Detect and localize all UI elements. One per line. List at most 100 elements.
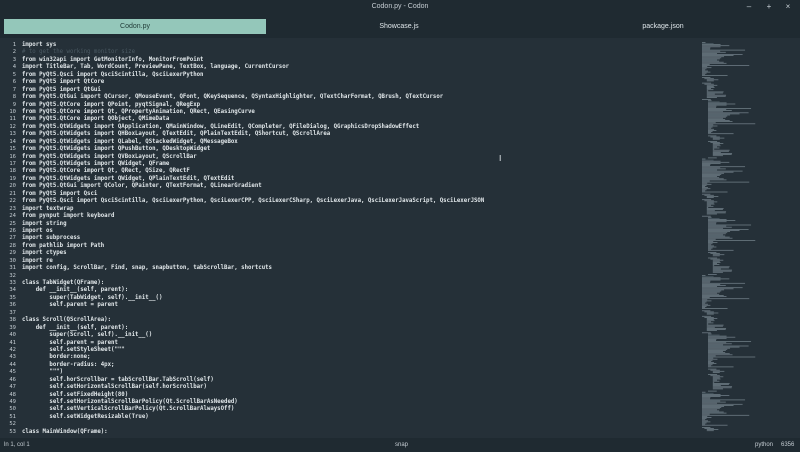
code-line: import string	[22, 220, 67, 227]
minimap-line	[702, 277, 721, 279]
code-line: self.parent = parent	[22, 302, 118, 309]
minimap-line	[702, 64, 710, 65]
line-number: 49	[9, 399, 16, 405]
minimap-line	[702, 315, 712, 317]
minimap-line	[702, 60, 720, 62]
minimap-line	[702, 69, 706, 71]
minimap-line	[708, 221, 727, 223]
code-line: border:none;	[22, 354, 91, 361]
minimap-line	[710, 142, 720, 143]
line-number: 12	[9, 123, 16, 130]
minimap-line	[702, 166, 746, 168]
minimap-line	[706, 325, 723, 327]
minimap-line	[708, 344, 724, 346]
language-indicator[interactable]: python	[755, 442, 773, 448]
minimap-line	[702, 167, 721, 169]
minimap-line	[706, 95, 726, 97]
code-line: self.parent = parent	[22, 339, 118, 346]
line-number: 50	[9, 406, 16, 413]
minimap-line	[706, 430, 714, 432]
code-area[interactable]: import sys # to get the working monitor s…	[22, 42, 702, 436]
minimap-line	[708, 354, 733, 356]
minimap-line	[702, 161, 730, 163]
minimap-line	[702, 169, 718, 171]
tab-package-json[interactable]: package.json	[532, 19, 794, 34]
minimap-line	[712, 265, 715, 267]
minimap-line	[708, 100, 712, 102]
minimap-line	[702, 396, 721, 397]
code-line: self.horScrollbar = tabScrollBar.TabScro…	[22, 376, 214, 383]
code-editor[interactable]: 1 2 3 4 5 6 7 8 9 10 11 12 13 14 15 16 17 18 19 20 21 22 23 24 2…	[0, 38, 800, 438]
minimap-line	[708, 115, 728, 117]
minimap-line	[708, 241, 714, 242]
line-number: 22	[9, 198, 16, 205]
close-button[interactable]: ×	[782, 2, 794, 11]
minimap-line	[702, 291, 720, 293]
minimap-preview	[702, 42, 756, 432]
minimap-line	[706, 211, 727, 213]
minimap-line	[706, 209, 723, 210]
minimap-line	[702, 68, 707, 70]
minimap-line	[702, 170, 743, 172]
minimap-line	[706, 319, 714, 320]
minimap-line	[708, 333, 712, 335]
minimap-line	[712, 145, 721, 147]
minimap-line	[708, 106, 717, 108]
minimap-line	[712, 264, 720, 265]
line-number: 38	[9, 317, 16, 324]
minimap-line	[708, 105, 717, 107]
minimap-line	[712, 150, 729, 152]
minimap-line	[702, 284, 721, 285]
minimap-line	[702, 411, 724, 413]
line-number: 51	[9, 413, 16, 420]
code-line: from PyQt5.QtWidgets import QWidget, QPl…	[22, 175, 235, 182]
status-snap[interactable]: snap	[395, 442, 408, 448]
minimap-line	[708, 342, 727, 344]
line-number: 13	[9, 131, 16, 138]
minimap-line	[702, 280, 711, 282]
line-number: 42	[9, 346, 16, 353]
minimap-line	[708, 119, 726, 120]
minimap-line	[702, 286, 718, 287]
minimap-line	[702, 304, 711, 306]
minimap-line	[704, 83, 714, 85]
tab-codon-py[interactable]: Codon.py	[4, 19, 266, 34]
minimap-line	[702, 187, 708, 188]
line-number: 43	[9, 354, 16, 361]
minimap-line	[702, 332, 711, 334]
line-number: 24	[9, 213, 16, 220]
minimap-line	[708, 274, 717, 275]
minimap[interactable]	[698, 40, 798, 435]
line-number: 31	[9, 265, 16, 272]
minimap-line	[702, 163, 721, 164]
minimap-line	[702, 302, 706, 304]
minimap-line	[702, 298, 750, 300]
minimap-line	[710, 258, 720, 260]
minimap-line	[706, 329, 726, 330]
minimap-line	[708, 130, 717, 131]
minimap-line	[702, 421, 711, 423]
minimap-line	[708, 359, 713, 361]
minimap-line	[702, 308, 728, 309]
minimap-line	[702, 179, 727, 181]
line-number: 29	[9, 250, 16, 257]
maximize-button[interactable]: +	[763, 2, 775, 11]
minimap-line	[708, 227, 724, 229]
minimap-line	[706, 92, 723, 94]
minimap-line	[706, 313, 714, 315]
minimap-line	[706, 208, 724, 209]
minimap-line	[712, 386, 733, 388]
minimap-line	[702, 160, 721, 162]
minimap-line	[702, 307, 706, 308]
minimap-line	[702, 410, 720, 412]
minimize-button[interactable]: –	[743, 2, 755, 11]
code-line: from PyQt5.QtWidgets import QPushButton,…	[22, 146, 211, 153]
minimap-line	[708, 353, 730, 355]
minimap-line	[712, 149, 730, 151]
minimap-line	[706, 86, 714, 87]
tab-showcase-js[interactable]: Showcase.js	[268, 19, 530, 34]
minimap-line	[708, 229, 749, 230]
minimap-line	[708, 352, 726, 353]
line-number: 11	[9, 116, 16, 123]
minimap-line	[702, 44, 721, 45]
